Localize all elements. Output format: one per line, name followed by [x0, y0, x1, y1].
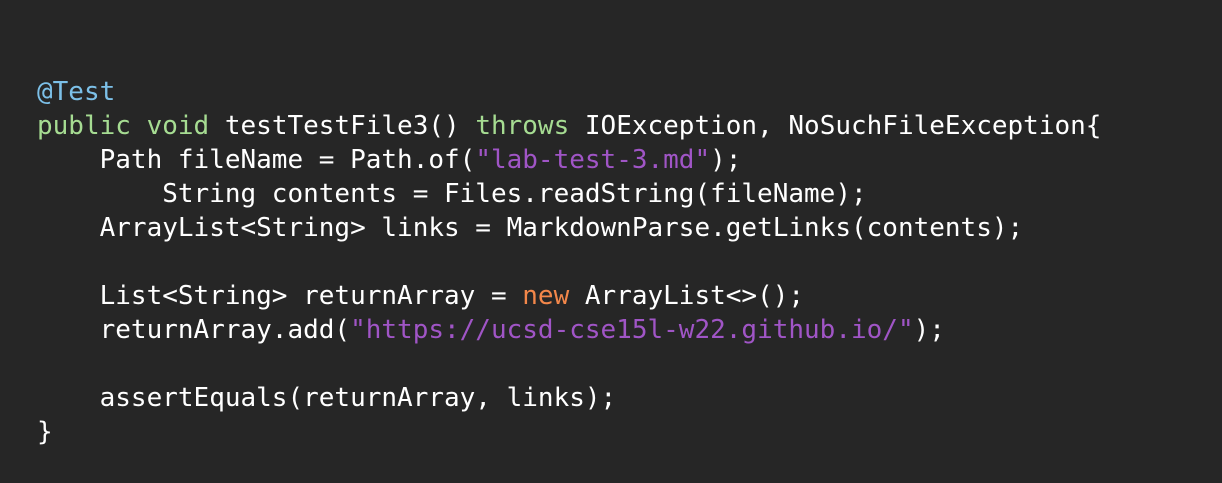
code-token-plain: ); — [710, 145, 742, 175]
code-line: returnArray.add("https://ucsd-cse15l-w22… — [37, 313, 1222, 347]
code-line: assertEquals(returnArray, links); — [37, 381, 1222, 415]
code-line: List<String> returnArray = new ArrayList… — [37, 279, 1222, 313]
code-line: public void testTestFile3() throws IOExc… — [37, 109, 1222, 143]
code-token-keyword: void — [146, 111, 210, 141]
code-token-string: "https://ucsd-cse15l-w22.github.io/" — [350, 315, 914, 345]
code-token-plain: returnArray.add( — [99, 315, 351, 345]
code-token-plain: ArrayList<>(); — [569, 281, 805, 311]
code-editor: @Test public void testTestFile3() throws … — [0, 0, 1222, 447]
code-token-plain: String contents = Files.readString(fileN… — [162, 179, 867, 209]
code-line: Path fileName = Path.of("lab-test-3.md")… — [37, 143, 1222, 177]
code-line: } — [37, 415, 1222, 449]
code-token-plain: assertEquals(returnArray, links); — [99, 383, 617, 413]
code-token-string: "lab-test-3.md" — [475, 145, 711, 175]
code-line: String contents = Files.readString(fileN… — [37, 177, 1222, 211]
code-token-plain: } — [37, 417, 53, 447]
code-line: @Test — [37, 75, 1222, 109]
code-token-plain: ); — [913, 315, 945, 345]
code-line: ArrayList<String> links = MarkdownParse.… — [37, 211, 1222, 245]
code-block: @Test public void testTestFile3() throws … — [37, 75, 1222, 449]
code-token-plain: IOException, NoSuchFileException{ — [569, 111, 1102, 141]
code-token-plain: ArrayList<String> links = MarkdownParse.… — [99, 213, 1024, 243]
code-token-keyword: public — [37, 111, 131, 141]
code-token-plain: testTestFile3() — [209, 111, 476, 141]
code-token-plain: List<String> returnArray = — [99, 281, 523, 311]
code-token-new: new — [522, 281, 570, 311]
code-token-keyword: throws — [475, 111, 570, 141]
code-token-plain: Path fileName = Path.of( — [99, 145, 476, 175]
code-token-annotation: @Test — [37, 77, 116, 107]
